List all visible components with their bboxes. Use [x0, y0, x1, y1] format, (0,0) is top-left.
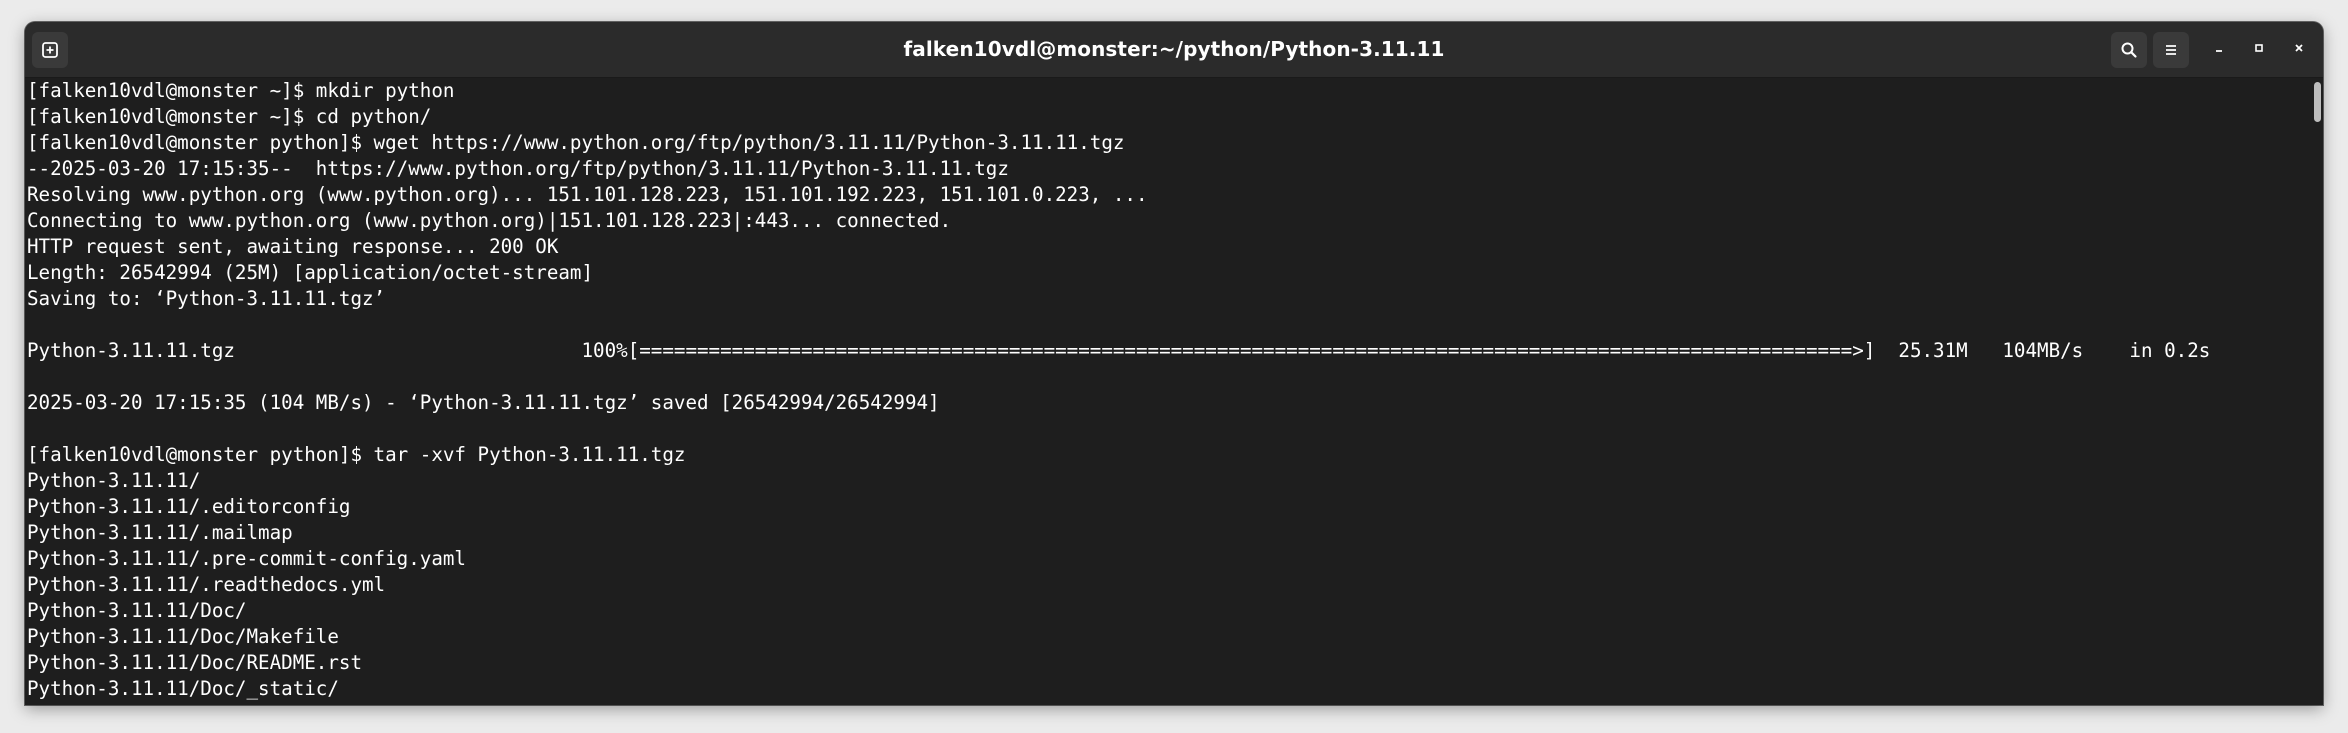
terminal-line: [falken10vdl@monster python]$ tar -xvf P… — [27, 443, 686, 466]
scrollbar-thumb[interactable] — [2314, 82, 2321, 122]
terminal-line: 2025-03-20 17:15:35 (104 MB/s) - ‘Python… — [27, 391, 940, 414]
terminal-line: Python-3.11.11/Doc/README.rst — [27, 651, 363, 674]
terminal-line: Python-3.11.11/ — [27, 469, 201, 492]
search-icon — [2120, 41, 2138, 59]
terminal-line: [falken10vdl@monster python]$ wget https… — [27, 131, 1125, 154]
terminal-line: HTTP request sent, awaiting response... … — [27, 235, 559, 258]
terminal-line: Python-3.11.11.tgz 100%[================… — [27, 339, 2211, 362]
terminal-line: Saving to: ‘Python-3.11.11.tgz’ — [27, 287, 386, 310]
window-title: falken10vdl@monster:~/python/Python-3.11… — [903, 37, 1445, 61]
terminal-window: falken10vdl@monster:~/python/Python-3.11… — [25, 22, 2323, 705]
hamburger-menu-icon — [2162, 41, 2180, 59]
terminal-line: Length: 26542994 (25M) [application/octe… — [27, 261, 594, 284]
maximize-icon — [2253, 41, 2265, 59]
terminal-line: Python-3.11.11/Doc/_static/ — [27, 677, 339, 700]
terminal-line: Python-3.11.11/Doc/ — [27, 599, 247, 622]
terminal-line: Python-3.11.11/Doc/Makefile — [27, 625, 339, 648]
terminal-line: Connecting to www.python.org (www.python… — [27, 209, 952, 232]
minimize-icon — [2213, 41, 2225, 59]
search-button[interactable] — [2111, 32, 2147, 68]
terminal-line: Python-3.11.11/.editorconfig — [27, 495, 351, 518]
maximize-button[interactable] — [2247, 38, 2271, 62]
terminal-line: Resolving www.python.org (www.python.org… — [27, 183, 1148, 206]
close-icon — [2293, 41, 2305, 59]
minimize-button[interactable] — [2207, 38, 2231, 62]
terminal-line: --2025-03-20 17:15:35-- https://www.pyth… — [27, 157, 1009, 180]
terminal-output[interactable]: [falken10vdl@monster ~]$ mkdir python [fa… — [25, 78, 2311, 705]
title-bar[interactable]: falken10vdl@monster:~/python/Python-3.11… — [25, 22, 2323, 78]
vertical-scrollbar[interactable] — [2311, 78, 2323, 705]
terminal-line: Python-3.11.11/.pre-commit-config.yaml — [27, 547, 466, 570]
main-menu-button[interactable] — [2153, 32, 2189, 68]
terminal-line: [falken10vdl@monster ~]$ mkdir python — [27, 79, 455, 102]
close-button[interactable] — [2287, 38, 2311, 62]
terminal-line: Python-3.11.11/.mailmap — [27, 521, 293, 544]
terminal-line: Python-3.11.11/.readthedocs.yml — [27, 573, 386, 596]
terminal-lines: [falken10vdl@monster ~]$ mkdir python [fa… — [27, 78, 2210, 702]
terminal-line: [falken10vdl@monster ~]$ cd python/ — [27, 105, 432, 128]
